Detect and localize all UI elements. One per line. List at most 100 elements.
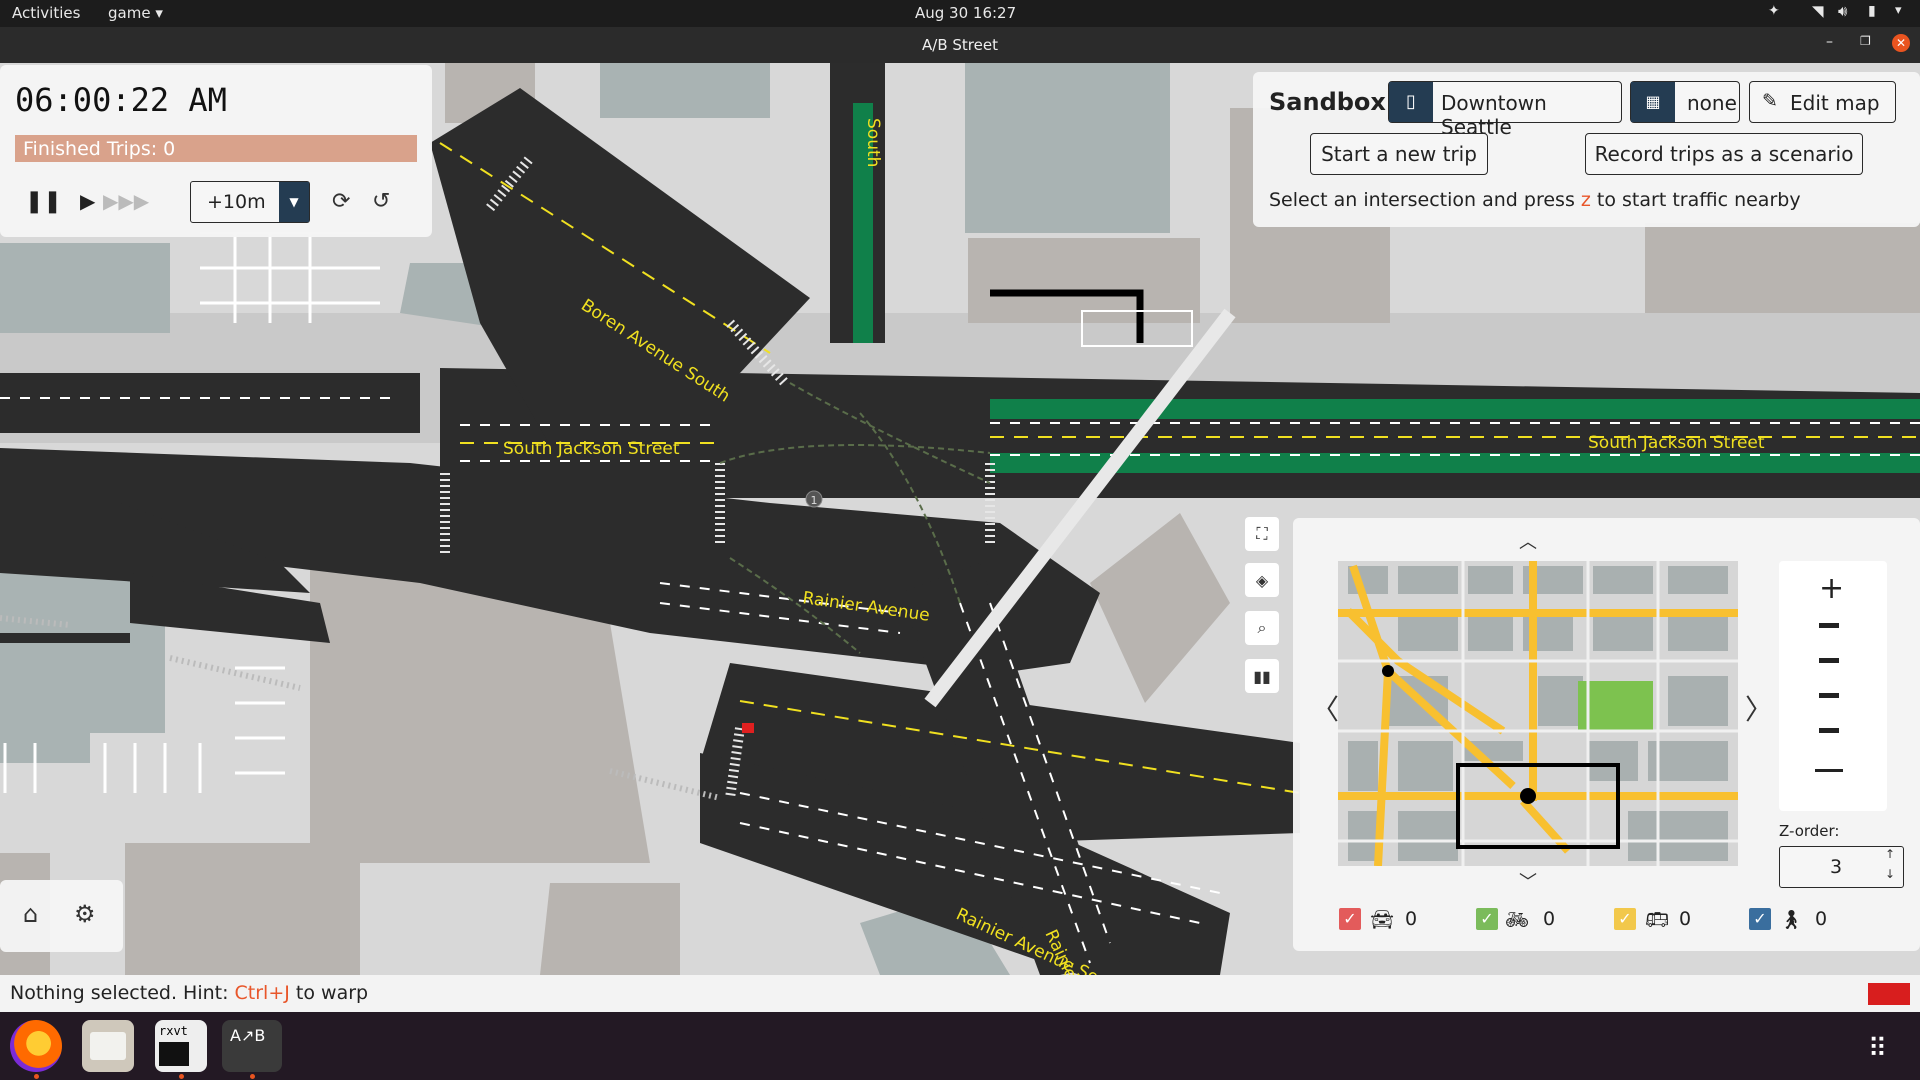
- zoom-out-icon[interactable]: [1815, 769, 1843, 772]
- pedestrian-count: 0: [1815, 908, 1828, 930]
- zoom-level-4[interactable]: [1819, 623, 1839, 628]
- map-name: Downtown Seattle: [1441, 91, 1547, 139]
- sandbox-panel: Sandbox ▯ Downtown Seattle ▦ none ✎ Edit…: [1253, 72, 1920, 227]
- app-menu[interactable]: game ▾: [108, 4, 163, 22]
- zoom-level-1[interactable]: [1819, 728, 1839, 733]
- home-icon[interactable]: ⌂: [23, 900, 38, 928]
- pedestrian-icon: 🚶︎: [1779, 909, 1804, 931]
- bus-count: 0: [1679, 908, 1692, 930]
- bike-count: 0: [1543, 908, 1556, 930]
- status-text: to warp: [289, 982, 369, 1004]
- hint-key: z: [1580, 189, 1591, 211]
- status-bar: Nothing selected. Hint: Ctrl+J to warp: [0, 975, 1920, 1012]
- bike-filter-checkbox[interactable]: ✓: [1476, 908, 1498, 930]
- start-new-trip-button[interactable]: Start a new trip: [1310, 133, 1488, 175]
- pan-up-icon[interactable]: ︿: [1519, 528, 1537, 554]
- change-map-button[interactable]: ▯ Downtown Seattle: [1388, 81, 1622, 139]
- intersection-badge: 1: [811, 494, 818, 507]
- street-label: South: [863, 118, 883, 167]
- edit-map-label: Edit map: [1790, 91, 1880, 115]
- car-filter-checkbox[interactable]: ✓: [1339, 908, 1361, 930]
- car-icon: 🚘︎: [1370, 909, 1395, 931]
- system-menu-icon[interactable]: ▾: [1895, 3, 1902, 18]
- firefox-icon[interactable]: [10, 1020, 62, 1072]
- abstreet-icon[interactable]: A↗B: [222, 1020, 282, 1072]
- jump-time-value: +10m: [207, 191, 266, 213]
- minimize-icon[interactable]: –: [1826, 34, 1833, 50]
- chart-icon[interactable]: ▮▮: [1245, 659, 1279, 693]
- building: [125, 843, 360, 975]
- traffic-signal-icon[interactable]: [742, 723, 754, 733]
- close-icon[interactable]: ✕: [1892, 34, 1910, 52]
- zoom-level-2[interactable]: [1819, 693, 1839, 698]
- pan-right-icon[interactable]: 〉: [1745, 688, 1773, 728]
- window-title-bar: A/B Street – ❐ ✕: [0, 27, 1920, 63]
- street-label: South Jackson Street: [1588, 433, 1765, 453]
- terminal-screen: [159, 1042, 189, 1066]
- dropbox-icon[interactable]: ✦: [1768, 3, 1780, 19]
- activities-button[interactable]: Activities: [12, 4, 80, 22]
- zoom-in-icon[interactable]: +: [1819, 571, 1844, 606]
- building: [965, 63, 1170, 233]
- reset-icon[interactable]: ↺: [372, 189, 390, 214]
- play-icon[interactable]: ▶: [80, 189, 95, 213]
- sim-clock: 06:00:22 AM: [15, 81, 227, 119]
- minimap-marker: [1382, 665, 1394, 677]
- running-indicator: [250, 1074, 255, 1079]
- minimap-marker: [1520, 788, 1536, 804]
- files-icon[interactable]: [82, 1020, 134, 1072]
- gear-icon[interactable]: ⚙: [74, 900, 96, 928]
- street-label: South Jackson Street: [503, 439, 680, 459]
- time-panel: 06:00:22 AM Finished Trips: 0 ❚❚ ▶ ▶▶▶ +…: [0, 65, 432, 237]
- bus-filter-checkbox[interactable]: ✓: [1614, 908, 1636, 930]
- pan-left-icon[interactable]: 〈: [1311, 688, 1339, 728]
- zorder-value: 3: [1830, 856, 1843, 878]
- record-trips-button[interactable]: Record trips as a scenario: [1585, 133, 1863, 175]
- edit-map-button[interactable]: ✎ Edit map: [1749, 81, 1896, 123]
- app-grid-icon[interactable]: ⠿: [1868, 1034, 1887, 1064]
- hint-text: to start traffic nearby: [1590, 189, 1801, 211]
- building: [1090, 513, 1230, 703]
- fast-forward-icon[interactable]: ▶▶▶: [103, 189, 149, 213]
- system-top-bar: Activities game ▾ Aug 30 16:27 ✦ ◥ 🔊︎ ▮ …: [0, 0, 1920, 27]
- app-menu-label: game: [108, 4, 151, 22]
- zoom-controls: +: [1779, 561, 1887, 811]
- jump-to-time-icon[interactable]: ⟳: [332, 189, 350, 214]
- fullscreen-icon[interactable]: ⛶: [1245, 517, 1279, 551]
- pause-icon[interactable]: ❚❚: [25, 189, 62, 214]
- calendar-icon: ▦: [1631, 82, 1675, 122]
- arrow-up-icon[interactable]: ↑: [1885, 847, 1895, 861]
- building: [1645, 223, 1920, 313]
- search-icon[interactable]: ⌕: [1245, 611, 1279, 645]
- battery-icon[interactable]: ▮: [1868, 3, 1876, 19]
- folder-shape: [90, 1032, 126, 1060]
- home-settings-panel: ⌂ ⚙: [0, 880, 123, 952]
- pencil-icon: ✎: [1762, 90, 1778, 112]
- layers-icon[interactable]: ◈: [1245, 563, 1279, 597]
- maximize-icon[interactable]: ❐: [1860, 34, 1871, 48]
- arrow-down-icon[interactable]: ↓: [1885, 867, 1895, 881]
- rxvt-icon[interactable]: rxvt: [155, 1020, 207, 1072]
- running-indicator: [34, 1074, 39, 1079]
- volume-icon[interactable]: 🔊︎: [1838, 2, 1847, 20]
- bike-icon: 🚲︎: [1505, 909, 1530, 931]
- zorder-spinner[interactable]: 3 ↑ ↓: [1779, 846, 1904, 888]
- zorder-label: Z-order:: [1779, 822, 1840, 840]
- jump-time-dropdown[interactable]: +10m ▼: [190, 181, 310, 223]
- rxvt-label: rxvt: [159, 1024, 188, 1038]
- hint-text: Select an intersection and press: [1269, 189, 1581, 211]
- sandbox-title: Sandbox: [1269, 88, 1386, 116]
- clock[interactable]: Aug 30 16:27: [915, 4, 1016, 22]
- change-scenario-button[interactable]: ▦ none: [1630, 81, 1740, 123]
- finished-trips-bar: Finished Trips: 0: [15, 135, 417, 162]
- zoom-level-3[interactable]: [1819, 658, 1839, 663]
- building: [0, 243, 170, 333]
- minimap[interactable]: [1338, 561, 1738, 866]
- map-icon: ▯: [1389, 82, 1433, 122]
- pan-down-icon[interactable]: ﹀: [1519, 868, 1537, 894]
- status-key: Ctrl+J: [234, 982, 290, 1004]
- chevron-down-icon[interactable]: ▼: [279, 182, 309, 222]
- pedestrian-filter-checkbox[interactable]: ✓: [1749, 908, 1771, 930]
- running-indicator: [179, 1074, 184, 1079]
- wifi-icon[interactable]: ◥: [1812, 2, 1824, 20]
